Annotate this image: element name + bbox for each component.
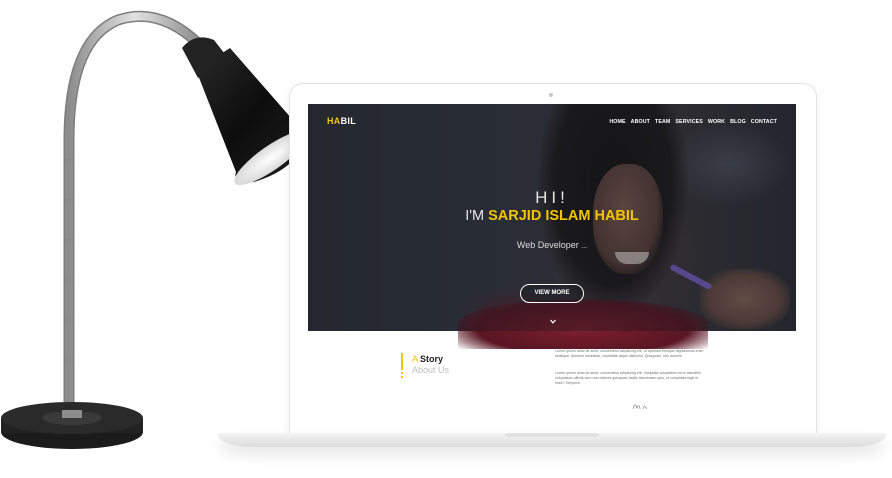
story-paragraph-1: Lorem ipsum dolor sit amet, consectetur …	[555, 349, 704, 358]
chevron-down-icon[interactable]	[550, 319, 556, 326]
story-title: A Story	[412, 354, 443, 364]
nav-item-work[interactable]: WORK	[708, 119, 725, 125]
story-title-b: Story	[420, 354, 444, 364]
nav-item-blog[interactable]: BLOG	[730, 119, 746, 125]
site-logo[interactable]: HABIL	[327, 116, 356, 126]
story-paragraph-2: Lorem ipsum dolor sit amet, consectetur …	[555, 371, 701, 385]
hero-section: HABIL HOME ABOUT TEAM SERVICES WORK BLOG…	[308, 104, 796, 349]
nav-item-team[interactable]: TEAM	[655, 119, 670, 125]
nav-item-services[interactable]: SERVICES	[675, 119, 703, 125]
hero-role-text: Web Developer	[516, 240, 579, 250]
story-title-a: A	[412, 354, 421, 364]
hero-name-highlight: SARJID ISLAM HABIL	[488, 208, 639, 224]
story-subtitle: About Us	[412, 365, 450, 375]
nav-item-contact[interactable]: CONTACT	[751, 119, 777, 125]
nav-item-home[interactable]: HOME	[609, 119, 625, 125]
hero-role-cursor: ...	[581, 243, 588, 250]
signature-mark	[631, 400, 653, 411]
hero-greeting: HI!	[535, 188, 569, 207]
logo-part-1: HA	[327, 116, 341, 126]
webcam-dot	[549, 93, 553, 97]
laptop-notch	[505, 433, 599, 437]
nav-menu: HOME ABOUT TEAM SERVICES WORK BLOG CONTA…	[609, 119, 777, 125]
hero-role: Web Developer ...	[308, 240, 796, 250]
logo-part-2: BIL	[340, 116, 357, 126]
story-bar-dots	[401, 368, 403, 380]
hero-name: I'M SARJID ISLAM HABIL	[308, 208, 796, 224]
nav-item-about[interactable]: ABOUT	[631, 119, 650, 125]
view-more-button[interactable]: VIEW MORE	[520, 284, 584, 303]
laptop-screen: HABIL HOME ABOUT TEAM SERVICES WORK BLOG…	[308, 104, 796, 411]
hero-name-prefix: I'M	[465, 208, 489, 224]
